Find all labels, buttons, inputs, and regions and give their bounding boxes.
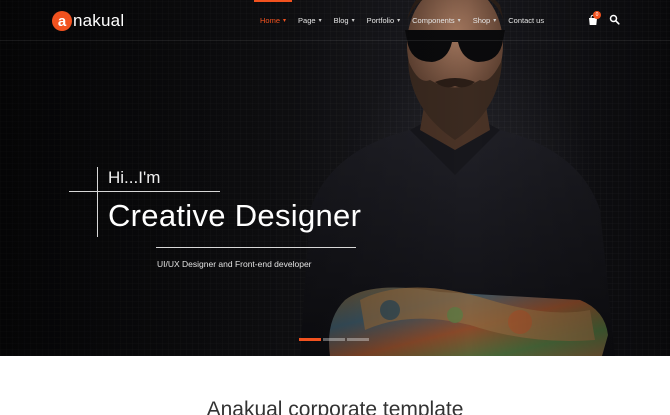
logo-text: nakual (73, 11, 125, 30)
hero-overlay (0, 0, 670, 356)
nav-item-portfolio[interactable]: Portfolio ▾ (361, 0, 407, 41)
nav-item-label: Home (260, 16, 281, 25)
nav-item-label: Components (412, 16, 455, 25)
chevron-down-icon: ▾ (457, 18, 461, 24)
hero-subline: UI/UX Designer and Front-end developer (157, 259, 312, 269)
nav-item-blog[interactable]: Blog ▾ (328, 0, 361, 41)
cart-count-badge: 0 (593, 11, 601, 19)
site-header: a nakual Home ▾ Page ▾ Blog ▾ Portfolio ▾ Co… (0, 0, 670, 41)
hero-greeting: Hi...I'm (108, 168, 161, 187)
decorative-line-top (69, 191, 220, 192)
slider-pagination (299, 338, 369, 341)
nav-item-label: Page (298, 16, 316, 25)
chevron-down-icon: ▾ (397, 18, 401, 24)
nav-item-label: Blog (333, 16, 349, 25)
search-icon[interactable] (609, 14, 620, 25)
slider-dot-2[interactable] (323, 338, 345, 341)
logo-mark-icon: a (52, 11, 72, 31)
section-title: Anakual corporate template (206, 398, 464, 415)
chevron-down-icon: ▾ (351, 18, 355, 24)
decorative-line-vertical (97, 167, 98, 237)
chevron-down-icon: ▾ (283, 18, 287, 24)
nav-item-label: Portfolio (366, 16, 395, 25)
hero-headline: Creative Designer (108, 198, 362, 233)
nav-item-label: Contact us (508, 16, 545, 25)
nav-item-label: Shop (472, 16, 491, 25)
nav-item-page[interactable]: Page ▾ (292, 0, 328, 41)
nav-item-components[interactable]: Components ▾ (406, 0, 467, 41)
nav-item-contact[interactable]: Contact us (502, 0, 550, 41)
chevron-down-icon: ▾ (493, 18, 497, 24)
decorative-line-bottom (156, 247, 356, 248)
hero-slider: Hi...I'm Creative Designer UI/UX Designe… (0, 0, 670, 356)
chevron-down-icon: ▾ (318, 18, 322, 24)
logo[interactable]: a nakual (52, 10, 124, 32)
slider-dot-3[interactable] (347, 338, 369, 341)
main-nav: Home ▾ Page ▾ Blog ▾ Portfolio ▾ Components ▾… (254, 0, 550, 41)
nav-item-home[interactable]: Home ▾ (254, 0, 293, 41)
slider-dot-1[interactable] (299, 338, 321, 341)
nav-item-shop[interactable]: Shop ▾ (467, 0, 503, 41)
